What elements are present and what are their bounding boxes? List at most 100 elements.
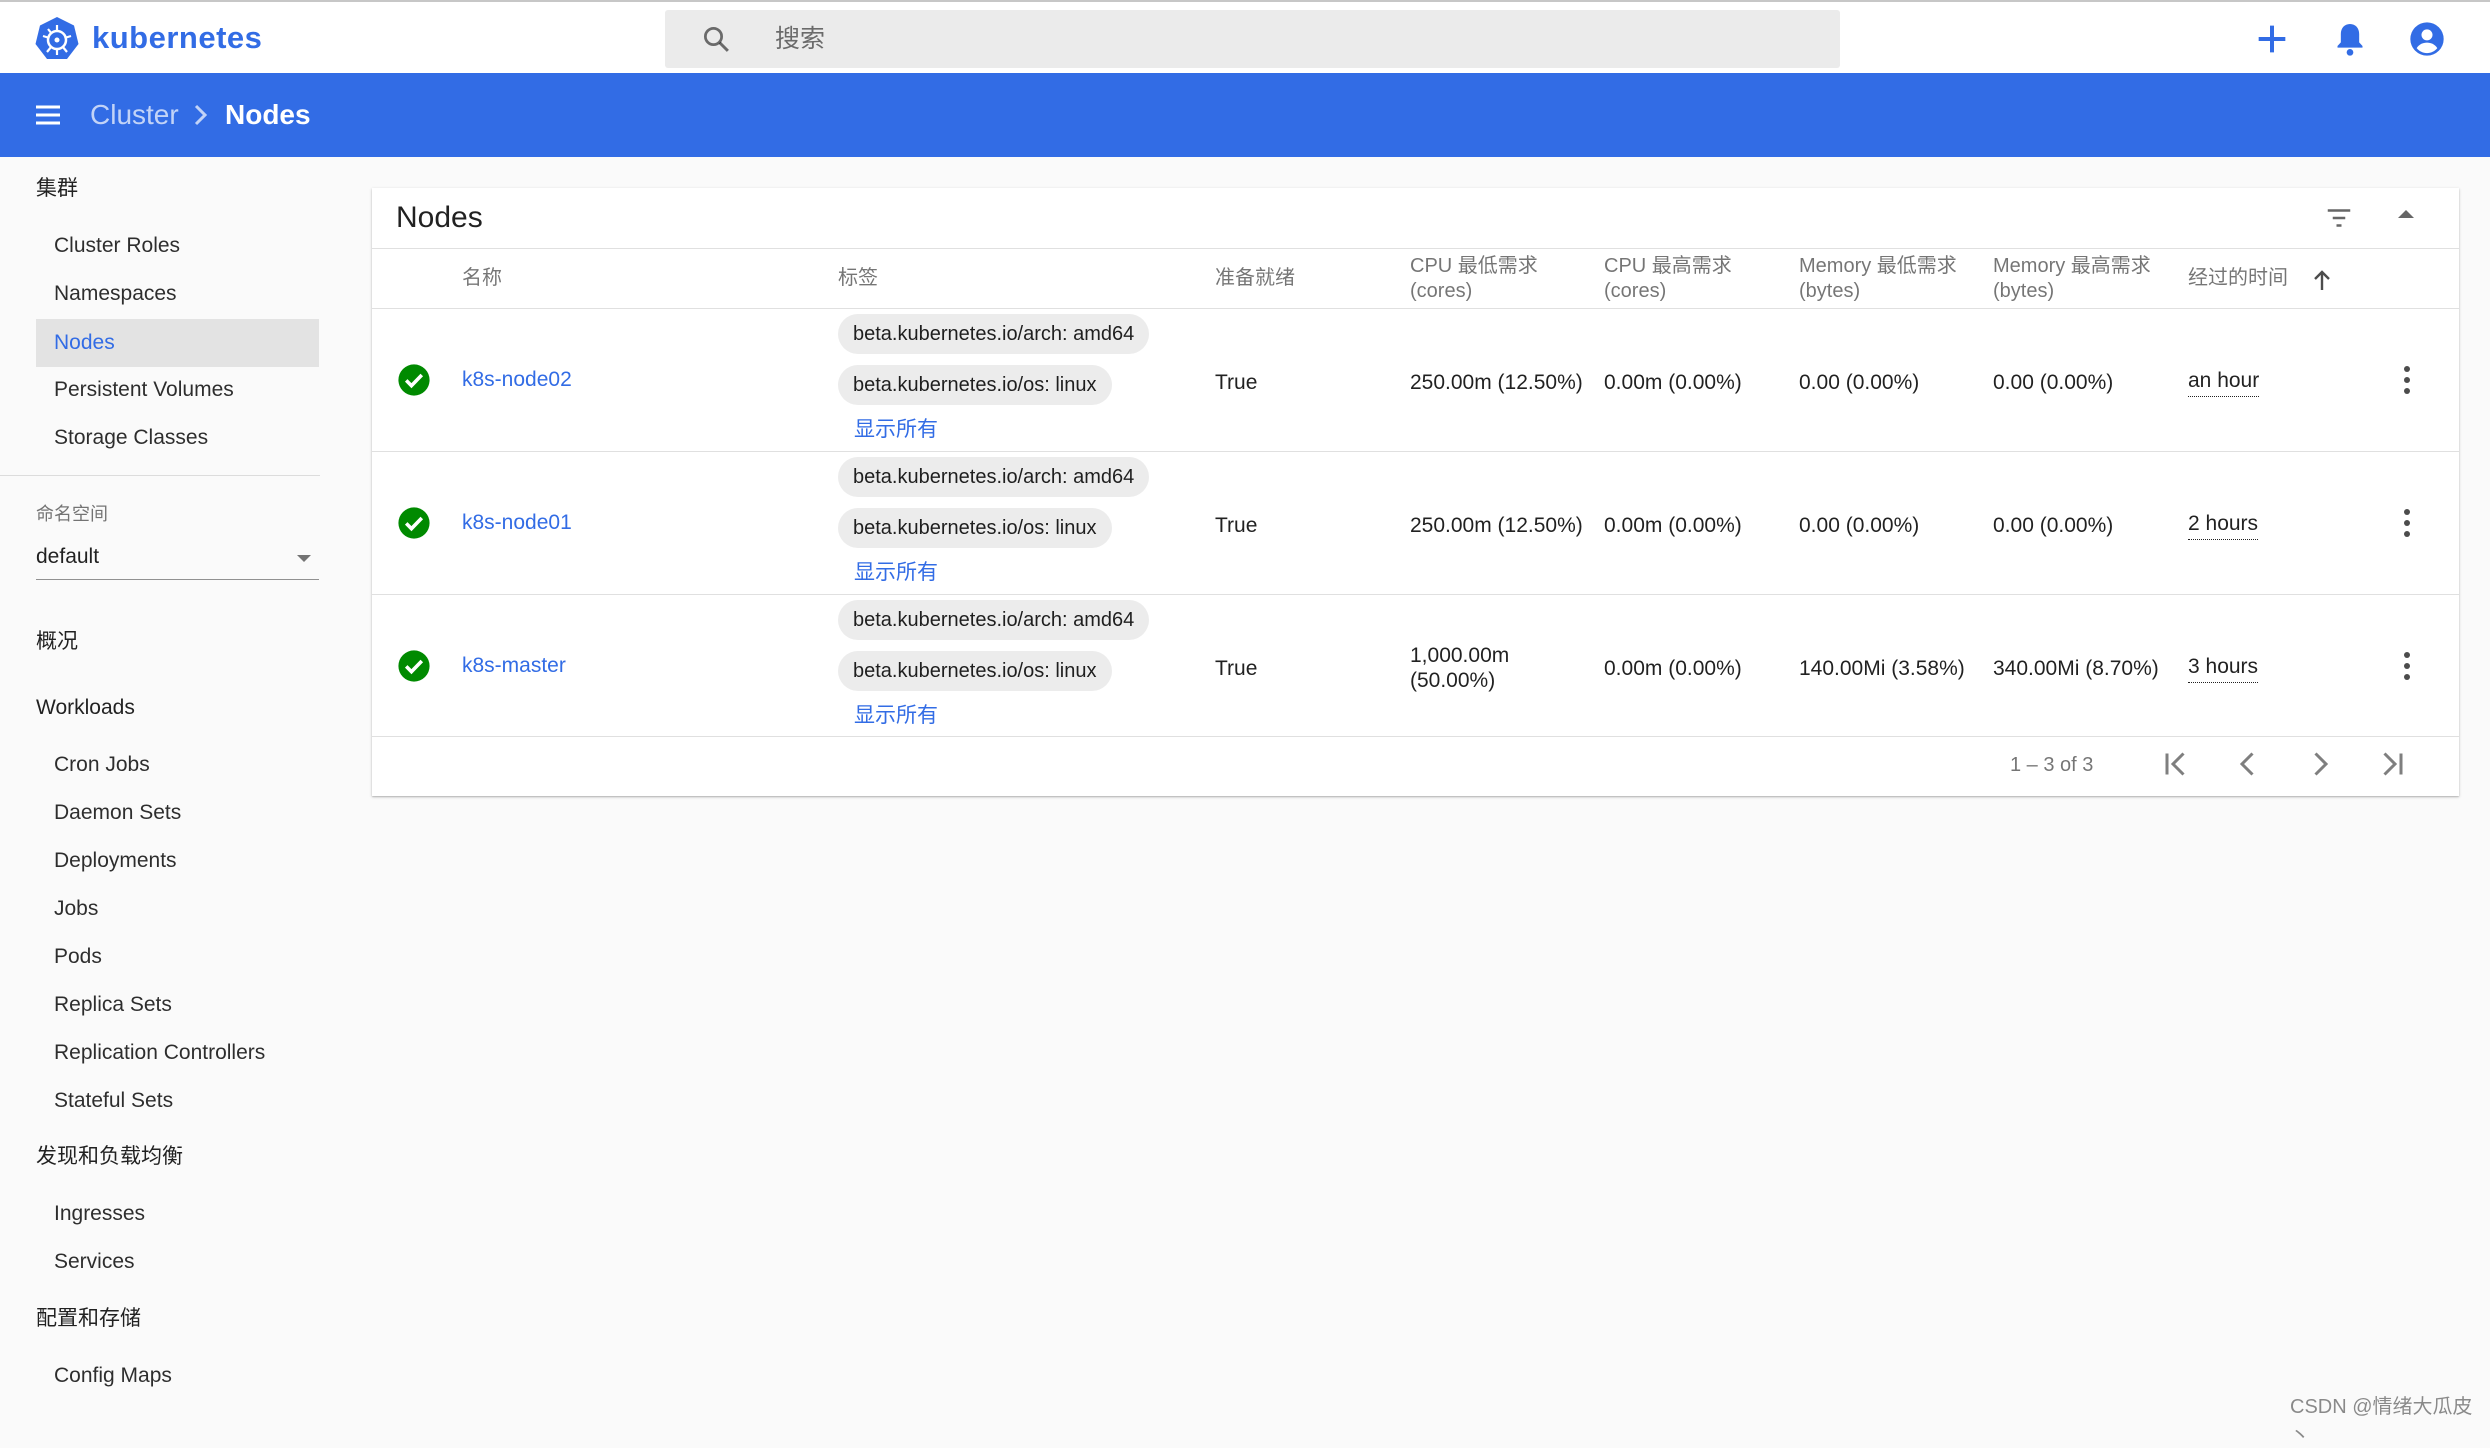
sidebar-item-deployments[interactable]: Deployments xyxy=(54,846,394,876)
age-value[interactable]: 2 hours xyxy=(2188,509,2259,540)
more-vert-icon[interactable] xyxy=(2403,508,2411,538)
bell-icon[interactable] xyxy=(2330,19,2370,59)
age-value[interactable]: 3 hours xyxy=(2188,652,2259,683)
sidebar-item-services[interactable]: Services xyxy=(54,1247,394,1277)
memory-limits-value: 340.00Mi (8.70%) xyxy=(1993,657,2159,680)
last-page-icon[interactable] xyxy=(2374,746,2410,782)
dropdown-arrow-icon xyxy=(297,555,311,562)
node-link-k8s-node01[interactable]: k8s-node01 xyxy=(462,508,572,538)
plus-icon[interactable] xyxy=(2252,19,2292,59)
cpu-requests-value: 250.00m (12.50%) xyxy=(1410,514,1583,537)
cpu-limits-value: 0.00m (0.00%) xyxy=(1604,657,1742,680)
column-header-name[interactable]: 名称 xyxy=(462,266,502,291)
breadcrumb-bar: Cluster Nodes xyxy=(0,73,2490,157)
previous-page-icon[interactable] xyxy=(2230,746,2266,782)
sidebar: 集群 Cluster Roles Namespaces Nodes Persis… xyxy=(0,157,340,1423)
sidebar-heading-workloads[interactable]: Workloads xyxy=(36,693,376,723)
sort-arrow-up-icon[interactable] xyxy=(2312,268,2332,292)
sidebar-item-cron-jobs[interactable]: Cron Jobs xyxy=(54,750,394,780)
more-vert-icon[interactable] xyxy=(2403,651,2411,681)
sidebar-item-persistent-volumes[interactable]: Persistent Volumes xyxy=(54,375,394,405)
sidebar-heading-config-storage[interactable]: 配置和存储 xyxy=(36,1304,376,1334)
ready-value: True xyxy=(1215,657,1258,680)
sidebar-item-replica-sets[interactable]: Replica Sets xyxy=(54,990,394,1020)
namespace-value: default xyxy=(36,545,100,568)
row-divider xyxy=(372,736,2459,737)
sidebar-item-namespaces[interactable]: Namespaces xyxy=(54,279,394,309)
breadcrumb-nodes: Nodes xyxy=(225,99,311,130)
show-all-link[interactable]: 显示所有 xyxy=(854,701,938,731)
row-divider xyxy=(372,594,2459,595)
cpu-requests-amount: 1,000.00m xyxy=(1410,644,1510,667)
header-line: CPU 最低需求 xyxy=(1410,255,1538,277)
collapse-arrow-icon[interactable] xyxy=(2398,210,2414,218)
watermark: CSDN @情绪大瓜皮丶 xyxy=(2290,1396,2473,1447)
column-header-cpu-requests: CPU 最低需求 (cores) xyxy=(1410,254,1538,304)
row-divider xyxy=(372,451,2459,452)
label-chip: beta.kubernetes.io/os: linux xyxy=(838,651,1112,691)
sidebar-item-ingresses[interactable]: Ingresses xyxy=(54,1199,394,1229)
sidebar-heading-cluster[interactable]: 集群 xyxy=(36,174,376,204)
age-value[interactable]: an hour xyxy=(2188,366,2260,397)
namespace-select[interactable]: default xyxy=(36,541,319,580)
show-all-link[interactable]: 显示所有 xyxy=(854,415,938,445)
ready-value: True xyxy=(1215,371,1258,394)
label-chip: beta.kubernetes.io/os: linux xyxy=(838,508,1112,548)
sidebar-item-config-maps[interactable]: Config Maps xyxy=(54,1361,394,1391)
sidebar-item-nodes[interactable]: Nodes xyxy=(36,319,319,367)
account-circle-icon[interactable] xyxy=(2407,19,2447,59)
cpu-requests-value: 250.00m (12.50%) xyxy=(1410,371,1583,394)
column-header-memory-requests: Memory 最低需求 (bytes) xyxy=(1799,254,1957,304)
label-chip: beta.kubernetes.io/arch: amd64 xyxy=(838,314,1150,354)
column-header-ready: 准备就绪 xyxy=(1215,267,1295,289)
breadcrumb-cluster[interactable]: Cluster xyxy=(90,95,179,135)
header-line: Memory 最低需求 xyxy=(1799,255,1957,277)
show-all-link[interactable]: 显示所有 xyxy=(854,558,938,588)
node-link-k8s-master[interactable]: k8s-master xyxy=(462,651,566,681)
filter-icon[interactable] xyxy=(2322,203,2356,233)
kubernetes-logo[interactable] xyxy=(34,16,80,62)
ready-value: True xyxy=(1215,514,1258,537)
brand-name[interactable]: kubernetes xyxy=(92,16,262,60)
card-divider xyxy=(372,248,2459,249)
check-circle-icon xyxy=(398,650,430,682)
sidebar-item-storage-classes[interactable]: Storage Classes xyxy=(54,423,394,453)
next-page-icon[interactable] xyxy=(2302,746,2338,782)
label-chip: beta.kubernetes.io/arch: amd64 xyxy=(838,600,1150,640)
sidebar-item-overview[interactable]: 概况 xyxy=(36,627,376,657)
card-title: Nodes xyxy=(396,201,483,234)
menu-icon[interactable] xyxy=(32,98,64,132)
sidebar-item-cluster-roles[interactable]: Cluster Roles xyxy=(54,231,394,261)
memory-limits-value: 0.00 (0.00%) xyxy=(1993,371,2114,394)
header-unit: (bytes) xyxy=(1799,280,1861,302)
column-header-memory-limits: Memory 最高需求 (bytes) xyxy=(1993,254,2151,304)
more-vert-icon[interactable] xyxy=(2403,365,2411,395)
search-box[interactable]: 搜索 xyxy=(665,10,1840,68)
cpu-limits-value: 0.00m (0.00%) xyxy=(1604,371,1742,394)
namespace-label: 命名空间 xyxy=(36,504,108,524)
sidebar-item-label: Nodes xyxy=(54,331,115,354)
column-header-cpu-limits: CPU 最高需求 (cores) xyxy=(1604,254,1732,304)
memory-requests-value: 0.00 (0.00%) xyxy=(1799,514,1920,537)
check-circle-icon xyxy=(398,507,430,539)
first-page-icon[interactable] xyxy=(2158,746,2194,782)
sidebar-item-daemon-sets[interactable]: Daemon Sets xyxy=(54,798,394,828)
column-header-age[interactable]: 经过的时间 xyxy=(2188,266,2288,291)
header-line: Memory 最高需求 xyxy=(1993,255,2151,277)
search-placeholder[interactable]: 搜索 xyxy=(775,22,825,56)
memory-requests-value: 140.00Mi (3.58%) xyxy=(1799,657,1965,680)
cpu-limits-value: 0.00m (0.00%) xyxy=(1604,514,1742,537)
nodes-card: Nodes 名称 标签 准备就绪 CPU 最低需求 (cores) CPU 最高… xyxy=(372,188,2459,796)
cpu-requests-percent: (50.00%) xyxy=(1410,669,1496,692)
top-toolbar: kubernetes 搜索 xyxy=(0,0,2490,73)
memory-requests-value: 0.00 (0.00%) xyxy=(1799,371,1920,394)
sidebar-item-pods[interactable]: Pods xyxy=(54,942,394,972)
sidebar-heading-discovery[interactable]: 发现和负载均衡 xyxy=(36,1142,376,1172)
label-chip: beta.kubernetes.io/arch: amd64 xyxy=(838,457,1150,497)
sidebar-item-jobs[interactable]: Jobs xyxy=(54,894,394,924)
header-unit: (cores) xyxy=(1410,280,1473,302)
sidebar-item-replication-controllers[interactable]: Replication Controllers xyxy=(54,1038,394,1068)
node-link-k8s-node02[interactable]: k8s-node02 xyxy=(462,365,572,395)
memory-limits-value: 0.00 (0.00%) xyxy=(1993,514,2114,537)
sidebar-item-stateful-sets[interactable]: Stateful Sets xyxy=(54,1086,394,1116)
